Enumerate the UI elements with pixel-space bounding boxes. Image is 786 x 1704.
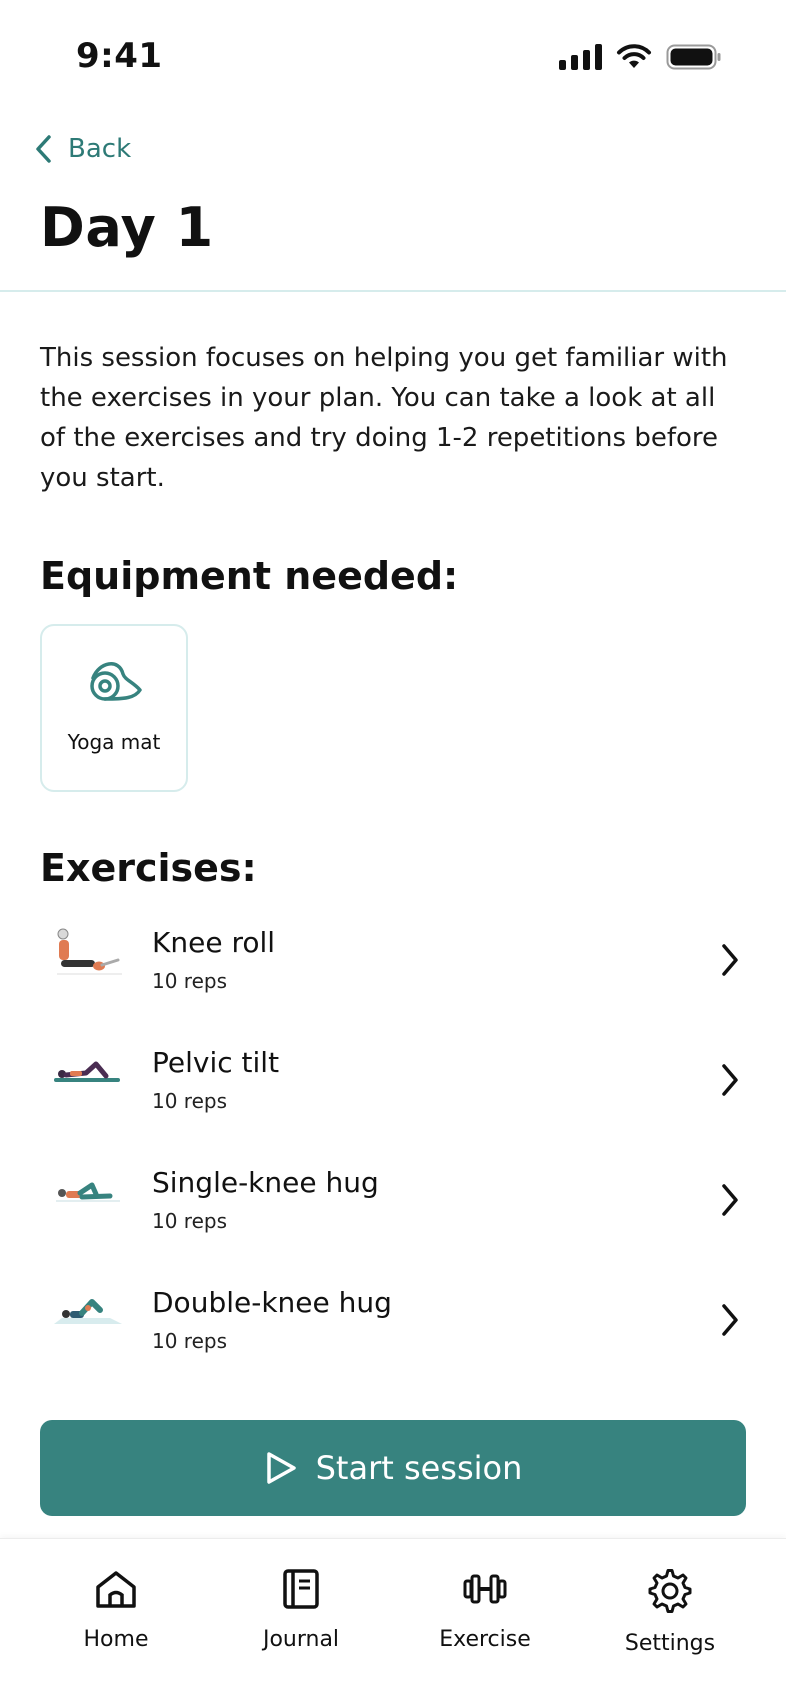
tab-journal[interactable]: Journal (226, 1569, 376, 1652)
exercise-row-pelvic-tilt[interactable]: Pelvic tilt 10 reps (40, 1032, 746, 1152)
exercise-text: Pelvic tilt 10 reps (152, 1046, 279, 1113)
chevron-right-icon (722, 1064, 738, 1096)
cellular-signal-icon (559, 44, 602, 70)
session-description: This session focuses on helping you get … (40, 343, 728, 493)
play-icon (266, 1452, 296, 1484)
single-knee-hug-illustration (56, 1182, 120, 1202)
screen: 9:41 Back Day 1 This session focuses on … (0, 0, 786, 1704)
back-label: Back (68, 134, 132, 164)
exercise-text: Double-knee hug 10 reps (152, 1286, 392, 1353)
exercise-reps: 10 reps (152, 1209, 228, 1233)
exercise-text: Single-knee hug 10 reps (152, 1166, 379, 1233)
exercise-name: Single-knee hug (152, 1166, 379, 1199)
status-icons (559, 44, 722, 70)
knee-roll-illustration (57, 928, 122, 975)
exercise-reps: 10 reps (152, 1329, 228, 1353)
yoga-mat-icon (90, 662, 142, 701)
equipment-card[interactable]: Yoga mat (40, 624, 188, 792)
exercise-row-single-knee-hug[interactable]: Single-knee hug 10 reps (40, 1152, 746, 1272)
start-session-button[interactable]: Start session (40, 1420, 746, 1516)
exercise-row-knee-roll[interactable]: Knee roll 10 reps (40, 912, 746, 1032)
tab-exercise[interactable]: Exercise (410, 1569, 560, 1652)
status-bar: 9:41 (0, 0, 786, 118)
exercise-reps: 10 reps (152, 969, 228, 993)
chevron-right-icon (722, 944, 738, 976)
double-knee-hug-illustration (54, 1299, 122, 1324)
equipment-heading: Equipment needed: (40, 554, 459, 598)
chevron-left-icon (36, 135, 51, 163)
page-title: Day 1 (40, 196, 214, 259)
exercise-row-double-knee-hug[interactable]: Double-knee hug 10 reps (40, 1272, 746, 1392)
battery-icon (666, 44, 721, 70)
chevron-right-icon (722, 1304, 738, 1336)
home-icon (96, 1571, 136, 1608)
exercise-text: Knee roll 10 reps (152, 926, 275, 993)
exercises-heading: Exercises: (40, 846, 257, 890)
back-button[interactable]: Back (34, 134, 131, 164)
journal-icon (283, 1569, 319, 1609)
chevron-right-icon (722, 1184, 738, 1216)
exercise-name: Double-knee hug (152, 1286, 392, 1319)
exercise-name: Pelvic tilt (152, 1046, 280, 1079)
exercise-name: Knee roll (152, 926, 276, 959)
pelvic-tilt-illustration (54, 1061, 120, 1082)
tab-label: Exercise (439, 1627, 531, 1652)
tab-settings[interactable]: Settings (595, 1569, 745, 1656)
gear-icon (648, 1569, 692, 1613)
equipment-label: Yoga mat (67, 730, 161, 754)
tab-label: Home (83, 1627, 149, 1652)
wifi-icon (617, 44, 651, 68)
exercise-reps: 10 reps (152, 1089, 228, 1113)
dumbbell-icon (463, 1574, 507, 1604)
status-time: 9:41 (76, 36, 163, 76)
start-session-label: Start session (315, 1449, 523, 1487)
exercise-list: Knee roll 10 reps Pelvic tilt 10 reps Si… (40, 912, 746, 1392)
tab-bar: Home Journal Exercise Settings (0, 1538, 786, 1704)
tab-home[interactable]: Home (41, 1569, 191, 1652)
tab-label: Settings (624, 1631, 716, 1656)
tab-label: Journal (262, 1627, 340, 1652)
header-divider (0, 290, 786, 292)
